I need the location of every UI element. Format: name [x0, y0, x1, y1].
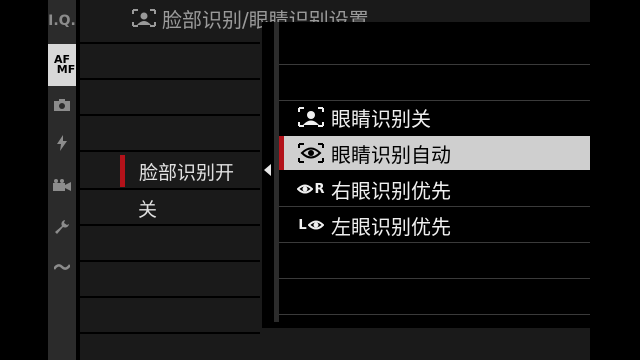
movie-icon[interactable] [48, 170, 76, 200]
right-eye-priority-label: 右眼识别优先 [331, 178, 451, 203]
divider [279, 314, 590, 315]
mf-label: MF [56, 63, 76, 76]
right-eye-letter: R [314, 181, 325, 197]
right-eye-priority-option[interactable]: R 右眼识别优先 [279, 172, 590, 206]
divider [279, 206, 590, 207]
submenu-pointer-icon [264, 164, 271, 176]
divider [80, 296, 260, 298]
flash-icon[interactable] [48, 128, 76, 158]
face-detection-on-item[interactable]: 脸部识别开 [120, 155, 234, 187]
screen-right-margin [590, 0, 640, 360]
divider [80, 150, 260, 152]
face-detection-off-label: 关 [138, 198, 158, 221]
divider [80, 114, 260, 116]
eye-detection-off-label: 眼睛识别关 [331, 106, 431, 131]
face-detection-on-label: 脸部识别开 [139, 161, 235, 184]
eye-detection-auto-option[interactable]: 眼睛识别自动 [279, 136, 590, 170]
right-eye-priority-icon: R [297, 179, 325, 199]
left-eye-letter: L [298, 217, 307, 233]
divider [279, 278, 590, 279]
divider [80, 78, 260, 80]
divider [80, 42, 260, 44]
divider [80, 188, 260, 190]
left-eye-priority-label: 左眼识别优先 [331, 214, 451, 239]
wave-icon[interactable] [48, 252, 76, 282]
divider [279, 242, 590, 243]
camera-icon[interactable] [48, 90, 76, 120]
wrench-icon[interactable] [48, 212, 76, 242]
face-detection-off-item[interactable]: 关 [120, 192, 157, 224]
face-eye-off-icon [297, 107, 325, 127]
iq-tab-label: I.Q. [48, 13, 76, 29]
left-eye-priority-option[interactable]: L 左眼识别优先 [279, 208, 590, 242]
face-detect-icon [132, 9, 156, 27]
menu-tab-rail: I.Q. AF MF [48, 0, 76, 360]
eye-auto-icon [297, 143, 325, 163]
left-eye-priority-icon: L [297, 215, 325, 235]
divider [80, 260, 260, 262]
divider [80, 332, 260, 334]
eye-detection-auto-label: 眼睛识别自动 [331, 142, 451, 167]
eye-detection-off-option[interactable]: 眼睛识别关 [279, 100, 590, 134]
iq-icon[interactable]: I.Q. [48, 6, 76, 36]
divider [279, 64, 590, 65]
camera-menu-screen: I.Q. AF MF 脸部识别/眼睛识别设置 脸部识别开 关 眼睛识别关 眼睛识… [0, 0, 640, 360]
af-mf-icon[interactable]: AF MF [48, 44, 76, 86]
divider [80, 224, 260, 226]
